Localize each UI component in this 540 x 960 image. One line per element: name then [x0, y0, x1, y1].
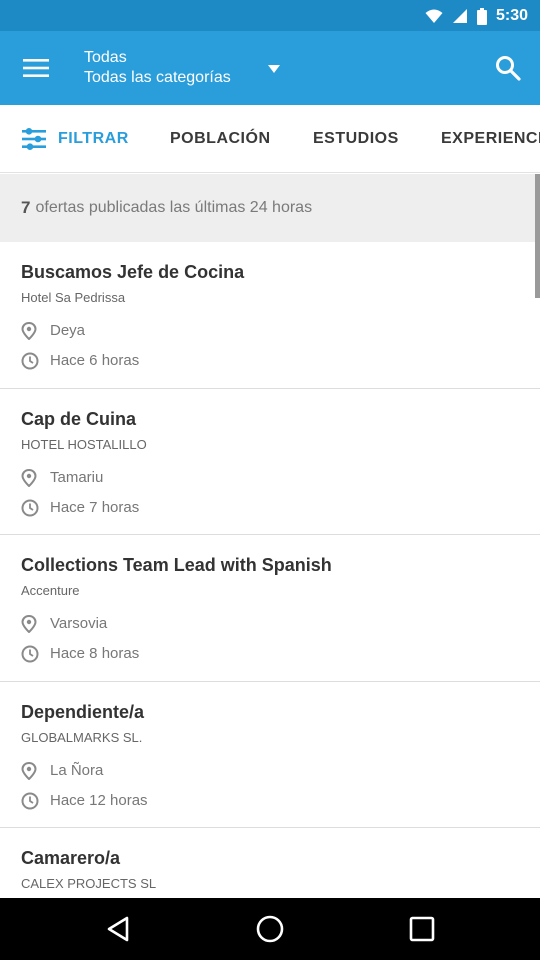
- job-company: HOTEL HOSTALILLO: [21, 436, 147, 452]
- status-time: 5:30: [495, 7, 528, 24]
- job-list-item[interactable]: Camarero/a CALEX PROJECTS SL: [0, 828, 540, 898]
- tab-poblacion[interactable]: POBLACIÓN: [170, 105, 271, 172]
- recents-square-icon: [409, 916, 435, 942]
- overflow-menu-button[interactable]: [16, 48, 56, 88]
- clock-icon: [21, 645, 39, 663]
- offers-count-text: ofertas publicadas las últimas 24 horas: [35, 199, 313, 216]
- category-subtitle: Todas las categorías: [84, 69, 231, 86]
- search-icon: [496, 56, 521, 81]
- offers-count: 7: [21, 198, 31, 217]
- job-list-item[interactable]: Collections Team Lead with Spanish Accen…: [0, 535, 540, 682]
- status-icons: 5:30: [425, 6, 528, 26]
- tab-label: FILTRAR: [58, 130, 129, 147]
- dropdown-arrow-icon: [268, 65, 280, 73]
- job-title: Buscamos Jefe de Cocina: [21, 262, 245, 282]
- job-title: Camarero/a: [21, 848, 121, 869]
- wifi-icon: [425, 9, 443, 23]
- tab-label: EXPERIENCIA: [441, 130, 540, 147]
- tab-experiencia[interactable]: EXPERIENCIA: [441, 105, 540, 172]
- page-title: Todas: [84, 49, 127, 66]
- back-triangle-icon: [107, 916, 129, 942]
- job-list: Buscamos Jefe de Cocina Hotel Sa Pedriss…: [0, 242, 540, 898]
- job-company: GLOBALMARKS SL.: [21, 729, 143, 745]
- job-title: Cap de Cuina: [21, 408, 137, 429]
- job-location: Varsovia: [50, 615, 108, 633]
- tab-label: POBLACIÓN: [170, 130, 271, 147]
- clock-icon: [21, 352, 39, 370]
- job-location: La Ñora: [50, 761, 104, 779]
- system-nav-bar: [0, 898, 540, 960]
- filter-sliders-icon: [22, 128, 46, 150]
- job-list-item[interactable]: Buscamos Jefe de Cocina Hotel Sa Pedriss…: [0, 242, 540, 389]
- job-company: CALEX PROJECTS SL: [21, 876, 157, 892]
- location-pin-icon: [21, 761, 37, 780]
- nav-recents-button[interactable]: [407, 914, 437, 944]
- job-list-item[interactable]: Cap de Cuina HOTEL HOSTALILLO Tamariu Ha…: [0, 389, 540, 536]
- menu-icon: [23, 59, 49, 77]
- tab-estudios[interactable]: ESTUDIOS: [313, 105, 399, 172]
- clock-icon: [21, 792, 39, 810]
- job-posted-time: Hace 12 horas: [50, 791, 148, 809]
- location-pin-icon: [21, 615, 37, 634]
- category-dropdown[interactable]: Todas Todas las categorías: [84, 48, 280, 88]
- offers-count-banner: 7 ofertas publicadas las últimas 24 hora…: [0, 174, 540, 242]
- job-posted-time: Hace 8 horas: [50, 645, 140, 663]
- location-pin-icon: [21, 468, 37, 487]
- location-pin-icon: [21, 322, 37, 340]
- battery-icon: [476, 7, 487, 25]
- job-posted-time: Hace 6 horas: [50, 352, 140, 369]
- job-location: Deya: [50, 322, 86, 339]
- signal-icon: [452, 9, 467, 23]
- job-company: Accenture: [21, 583, 80, 599]
- job-location: Tamariu: [50, 468, 104, 486]
- nav-back-button[interactable]: [103, 914, 133, 944]
- nav-home-button[interactable]: [255, 914, 285, 944]
- job-posted-time: Hace 7 horas: [50, 498, 140, 516]
- job-title: Dependiente/a: [21, 701, 145, 722]
- home-circle-icon: [256, 915, 284, 943]
- search-button[interactable]: [488, 48, 528, 88]
- app-bar: Todas Todas las categorías: [0, 31, 540, 105]
- tab-label: ESTUDIOS: [313, 130, 399, 147]
- job-list-item[interactable]: Dependiente/a GLOBALMARKS SL. La Ñora Ha…: [0, 682, 540, 829]
- tab-filtrar[interactable]: FILTRAR: [22, 105, 129, 172]
- filter-tabs: FILTRAR POBLACIÓN ESTUDIOS EXPERIENCIA: [0, 105, 540, 173]
- clock-icon: [21, 499, 39, 517]
- status-bar: 5:30: [0, 0, 540, 31]
- job-company: Hotel Sa Pedrissa: [21, 290, 126, 305]
- job-title: Collections Team Lead with Spanish: [21, 555, 332, 576]
